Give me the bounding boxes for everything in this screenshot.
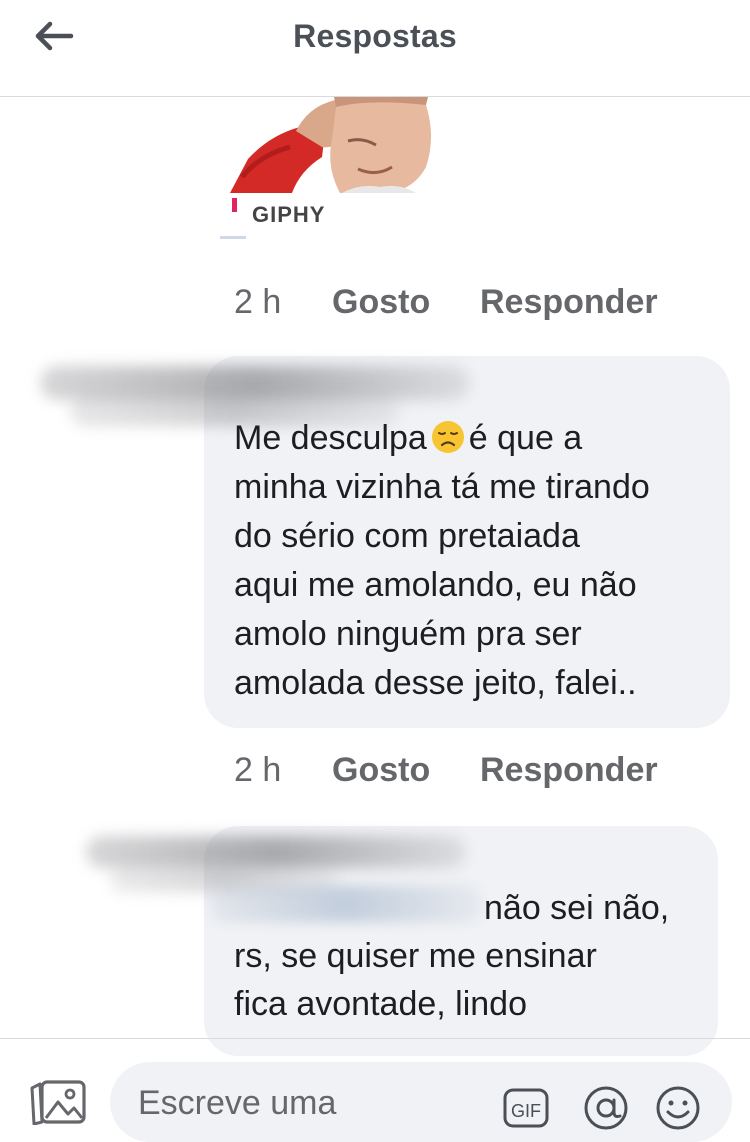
page-title: Respostas [293,18,457,54]
timestamp: 2 h [234,750,282,789]
comment-input-placeholder: Escreve uma [138,1084,337,1122]
svg-text:GIF: GIF [511,1101,541,1121]
reply-button[interactable]: Responder [480,283,658,322]
redacted-author-name [40,366,470,400]
comment-input[interactable]: Escreve uma GIF [110,1062,732,1142]
comment-text-line: amolo ninguém pra ser [234,615,582,653]
photo-icon [30,1080,86,1126]
giphy-label: GIPHY [252,202,326,227]
comment-text-line: do sério com pretaiada [234,517,580,555]
giphy-attribution: GIPHY [220,192,420,242]
comment-actions: 2 h Gosto Responder [234,750,658,790]
reply-button[interactable]: Responder [480,751,658,790]
disappointed-face-icon [431,421,464,453]
gif-actions: 2 h Gosto Responder [234,282,658,322]
comment-text-line: fica avontade, lindo [234,985,527,1023]
like-button[interactable]: Gosto [332,283,480,322]
gif-image[interactable] [230,97,440,193]
redacted-text [210,886,482,922]
divider [220,236,246,239]
comment-text-line: minha vizinha tá me tirando [234,468,650,506]
redacted-author-name [86,836,466,868]
divider [0,1038,750,1039]
comment-text-line: aqui me amolando, eu não [234,566,637,604]
giphy-logo-mark [232,198,237,212]
timestamp: 2 h [234,282,282,321]
comment-text-line: amolada desse jeito, falei.. [234,664,637,702]
photo-button[interactable] [26,1078,88,1126]
like-button[interactable]: Gosto [332,751,480,790]
comment-text-line: Me desculpa é que a [234,419,583,457]
comment-text-line: não sei não, [484,889,670,927]
top-bar: Respostas [0,0,750,97]
comment-text-line: rs, se quiser me ensinar [234,937,597,975]
